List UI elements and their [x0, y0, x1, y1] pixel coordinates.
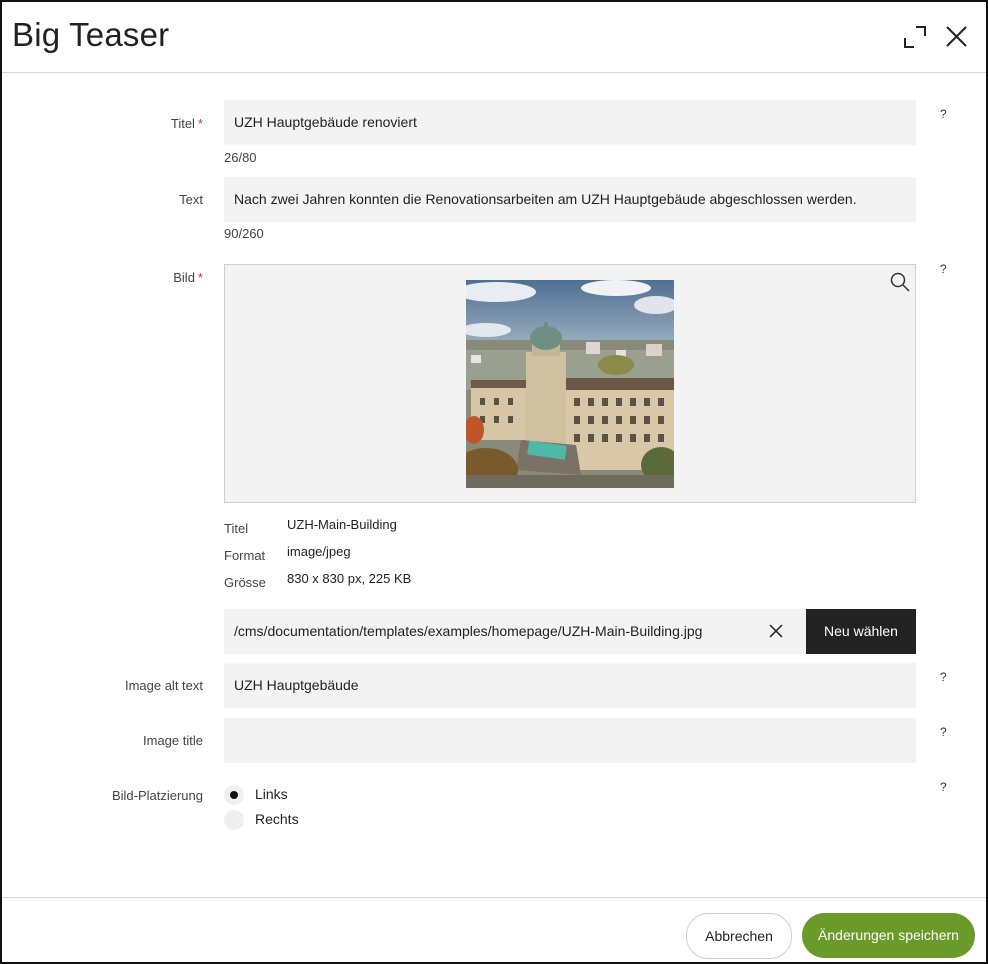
choose-new-image-button[interactable]: Neu wählen — [806, 609, 916, 654]
text-counter: 90/260 — [224, 226, 264, 241]
text-input[interactable]: Nach zwei Jahren konnten die Renovations… — [224, 177, 916, 222]
dialog-title: Big Teaser — [12, 16, 170, 53]
meta-key: Titel — [224, 521, 249, 536]
bild-label: Bild * — [173, 270, 203, 285]
big-teaser-dialog: Big Teaser Titel * UZH Hauptgebäude renov… — [0, 0, 988, 964]
radio-links-label[interactable]: Links — [255, 786, 288, 802]
meta-key: Grösse — [224, 575, 266, 590]
search-icon[interactable] — [889, 271, 911, 293]
close-icon[interactable] — [942, 22, 972, 52]
meta-value: image/jpeg — [287, 544, 351, 559]
titel-label: Titel * — [170, 116, 203, 131]
radio-links[interactable] — [224, 785, 244, 805]
footer-divider — [2, 897, 986, 898]
alt-text-label: Image alt text — [124, 678, 203, 693]
radio-rechts-label[interactable]: Rechts — [255, 811, 299, 827]
image-title-label: Image title — [143, 733, 203, 748]
alt-text-input[interactable]: UZH Hauptgebäude — [224, 663, 916, 708]
image-preview-box — [224, 264, 916, 503]
placement-help-icon[interactable]: ? — [940, 780, 947, 794]
clear-icon[interactable] — [766, 621, 786, 641]
radio-rechts[interactable] — [224, 810, 244, 830]
image-title-help-icon[interactable]: ? — [940, 725, 947, 739]
titel-input[interactable]: UZH Hauptgebäude renoviert — [224, 100, 916, 145]
meta-key: Format — [224, 548, 266, 563]
radio-selected-dot — [230, 791, 238, 799]
bild-help-icon[interactable]: ? — [940, 262, 947, 276]
image-preview[interactable] — [466, 280, 674, 488]
expand-icon[interactable] — [900, 22, 930, 52]
titel-counter: 26/80 — [224, 150, 257, 165]
image-title-input[interactable] — [224, 718, 916, 763]
save-changes-button[interactable]: Änderungen speichern — [802, 913, 975, 958]
image-path-field[interactable]: /cms/documentation/templates/examples/ho… — [224, 609, 806, 654]
text-label: Text — [179, 192, 203, 207]
cancel-button[interactable]: Abbrechen — [686, 913, 792, 959]
titel-help-icon[interactable]: ? — [940, 107, 947, 121]
dialog-header: Big Teaser — [2, 2, 986, 73]
alt-text-help-icon[interactable]: ? — [940, 670, 947, 684]
meta-value: 830 x 830 px, 225 KB — [287, 571, 412, 586]
placement-label: Bild-Platzierung — [111, 788, 203, 803]
required-marker: * — [197, 116, 203, 131]
meta-value: UZH-Main-Building — [287, 517, 397, 532]
required-marker: * — [197, 270, 203, 285]
